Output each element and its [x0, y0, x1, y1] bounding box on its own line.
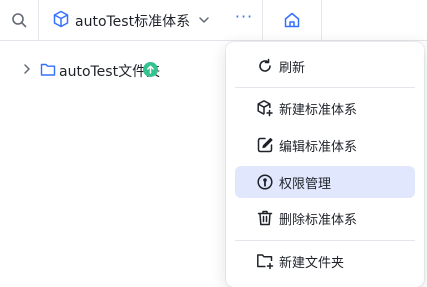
refresh-icon	[259, 58, 271, 72]
menu-item-label: 删除标准体系	[279, 213, 358, 228]
tree-node-folder[interactable]: autoTest文件夹	[0, 56, 200, 84]
menu-divider	[235, 87, 415, 88]
menu-item-label: 刷新	[279, 61, 306, 76]
cube-icon	[53, 10, 69, 28]
folder-icon	[40, 63, 56, 76]
menu-item-label: 编辑标准体系	[279, 140, 358, 155]
menu-divider	[235, 240, 415, 241]
menu-item-new-folder[interactable]: 新建文件夹	[235, 245, 415, 277]
menu-item-label: 新建标准体系	[279, 103, 358, 118]
key-icon	[257, 174, 273, 190]
menu-item-permissions[interactable]: 权限管理	[235, 166, 415, 198]
chevron-right-icon[interactable]	[21, 63, 33, 75]
system-title: autoTest标准体系	[75, 14, 191, 30]
menu-item-label: 新建文件夹	[279, 256, 345, 271]
trash-icon	[257, 210, 273, 226]
folder-plus-icon	[257, 254, 274, 270]
edit-icon	[257, 137, 273, 153]
search-icon	[12, 13, 27, 28]
home-icon	[284, 12, 300, 28]
menu-item-refresh[interactable]: 刷新	[235, 50, 415, 82]
cube-plus-icon	[257, 100, 273, 117]
upload-badge-icon	[143, 62, 158, 77]
menu-item-delete-system[interactable]: 删除标准体系	[235, 202, 415, 234]
top-toolbar: autoTest标准体系 ···	[0, 0, 427, 41]
chevron-down-icon	[199, 17, 209, 23]
menu-item-new-system[interactable]: 新建标准体系	[235, 92, 415, 124]
menu-item-label: 权限管理	[279, 177, 332, 192]
more-button[interactable]: ···	[228, 0, 260, 40]
menu-item-edit-system[interactable]: 编辑标准体系	[235, 129, 415, 161]
search-button[interactable]	[0, 0, 39, 40]
home-button[interactable]	[262, 0, 322, 40]
more-icon: ···	[234, 7, 254, 26]
context-menu: 刷新 新建标准体系 编辑标准体系 权限管理 删除标准体系 新建文件夹	[226, 42, 424, 287]
system-selector[interactable]: autoTest标准体系	[39, 0, 225, 40]
